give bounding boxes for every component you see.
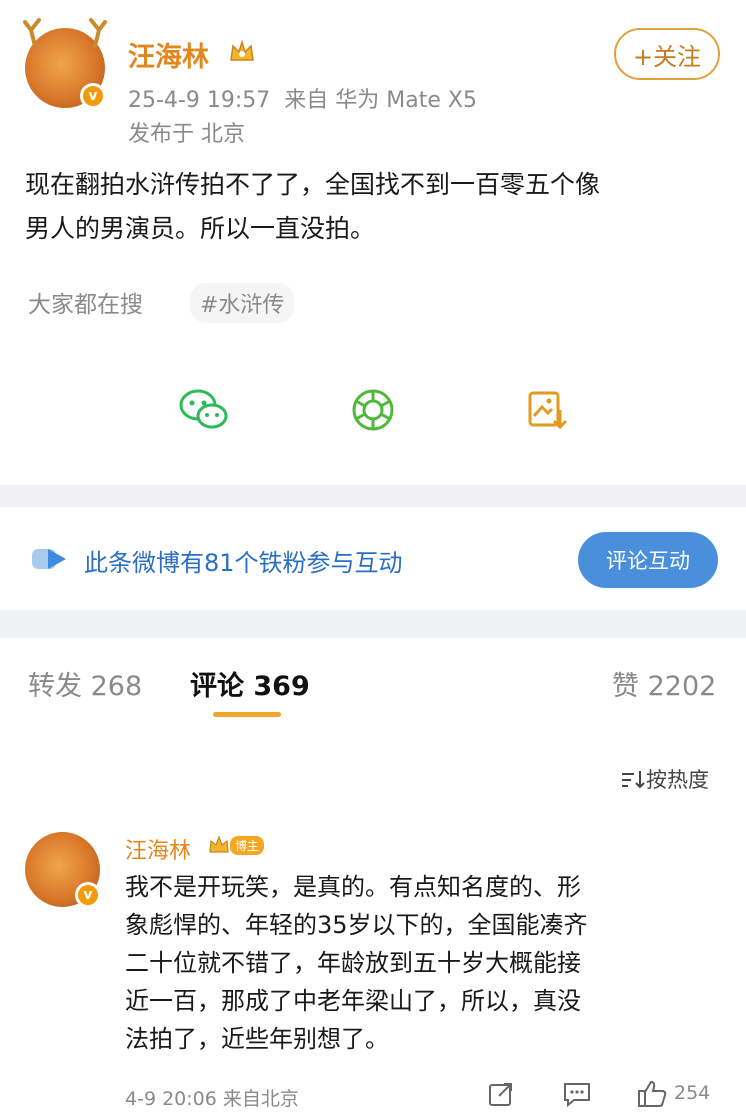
section-divider bbox=[0, 610, 746, 638]
comment-line: 二十位就不错了，年龄放到五十岁大概能接 bbox=[125, 949, 581, 977]
trending-search-label: 大家都在搜 bbox=[28, 292, 143, 318]
post-content: 现在翻拍水浒传拍不了了，全国找不到一百零五个像 男人的男演员。所以一直没拍。 bbox=[25, 163, 725, 251]
tab-comment[interactable]: 评论 369 bbox=[190, 664, 310, 703]
post-time: 25-4-9 19:57 来自 华为 Mate X5 bbox=[128, 82, 477, 114]
sort-icon bbox=[622, 771, 645, 789]
comment-line: 象彪悍的、年轻的35岁以下的，全国能凑齐 bbox=[125, 911, 588, 939]
sort-button[interactable]: 按热度 bbox=[620, 764, 709, 794]
comment-time-source: 4-9 20:06 来自北京 bbox=[125, 1088, 299, 1110]
thumbs-up-icon bbox=[638, 1080, 667, 1107]
comment-interact-button[interactable]: 评论互动 bbox=[578, 532, 718, 588]
save-image-button[interactable] bbox=[508, 372, 584, 448]
sort-label: 按热度 bbox=[646, 768, 709, 792]
tab-like[interactable]: 赞 2202 bbox=[612, 664, 716, 703]
author-badge: 博主 bbox=[208, 835, 265, 855]
comment-line: 法拍了，近些年别想了。 bbox=[125, 1025, 389, 1053]
topic-tag[interactable]: #水浒传 bbox=[190, 283, 295, 323]
section-divider bbox=[0, 485, 746, 507]
share-moments-button[interactable] bbox=[335, 372, 411, 448]
fans-arrow-icon bbox=[32, 549, 66, 569]
antler-decoration-icon bbox=[23, 18, 107, 48]
post-author-name[interactable]: 汪海林 bbox=[128, 35, 209, 74]
verified-badge-icon: v bbox=[75, 882, 101, 908]
tab-repost[interactable]: 转发 268 bbox=[28, 664, 142, 703]
wechat-icon bbox=[179, 389, 228, 429]
post-content-line: 现在翻拍水浒传拍不了了，全国找不到一百零五个像 bbox=[25, 170, 601, 199]
comment-repost-button[interactable] bbox=[487, 1080, 515, 1112]
post-source: 来自 华为 Mate X5 bbox=[284, 88, 477, 113]
moments-icon bbox=[352, 389, 394, 431]
comment-like-button[interactable]: 254 bbox=[636, 1078, 710, 1108]
save-image-icon bbox=[528, 391, 568, 430]
crown-vip-icon bbox=[209, 835, 229, 853]
post-author-avatar[interactable]: v bbox=[23, 18, 107, 109]
comment-icon bbox=[564, 1083, 590, 1108]
comment-line: 近一百，那成了中老年梁山了，所以，真没 bbox=[125, 987, 581, 1015]
comment-line: 我不是开玩笑，是真的。有点知名度的、形 bbox=[125, 873, 581, 901]
share-wechat-button[interactable] bbox=[166, 372, 242, 448]
verified-badge-icon: v bbox=[80, 83, 106, 109]
post-timestamp: 25-4-9 19:57 bbox=[128, 88, 271, 113]
follow-button[interactable]: +关注 bbox=[614, 28, 720, 80]
active-tab-indicator bbox=[213, 712, 281, 717]
repost-icon bbox=[489, 1083, 512, 1106]
comment-author-avatar[interactable]: v bbox=[25, 832, 101, 908]
blogger-badge: 博主 bbox=[230, 835, 265, 855]
crown-vip-icon bbox=[230, 39, 254, 61]
comment-text: 我不是开玩笑，是真的。有点知名度的、形 象彪悍的、年轻的35岁以下的，全国能凑齐… bbox=[125, 868, 725, 1058]
comment-reply-button[interactable] bbox=[562, 1080, 592, 1112]
iron-fans-text: 此条微博有81个铁粉参与互动 bbox=[84, 549, 403, 577]
comment-like-count: 254 bbox=[674, 1082, 711, 1104]
comment-author-name[interactable]: 汪海林 bbox=[125, 833, 191, 865]
post-location: 发布于 北京 bbox=[128, 122, 245, 147]
post-content-line: 男人的男演员。所以一直没拍。 bbox=[25, 214, 376, 243]
